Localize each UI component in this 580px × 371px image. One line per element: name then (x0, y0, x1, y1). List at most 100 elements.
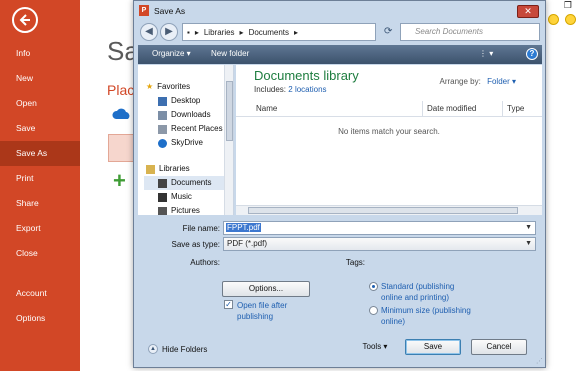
star-icon: ★ (146, 82, 154, 91)
chevron-up-icon: ▲ (148, 344, 158, 354)
dialog-title: Save As (154, 5, 186, 16)
address-bar[interactable]: ▪ ▸ Libraries ▸ Documents ▸ (182, 23, 376, 41)
nav-scroll-thumb[interactable] (226, 81, 233, 141)
nav-pictures[interactable]: Pictures (158, 204, 233, 215)
column-name[interactable]: Name (256, 104, 277, 113)
music-icon (158, 192, 167, 202)
hide-folders-label: Hide Folders (162, 344, 208, 354)
save-button[interactable]: Save (405, 339, 461, 355)
nav-label: Desktop (171, 96, 201, 105)
horizontal-scroll-thumb[interactable] (248, 207, 518, 214)
cancel-button[interactable]: Cancel (471, 339, 527, 355)
nav-new[interactable]: New (0, 66, 80, 91)
minimum-size-radio[interactable] (369, 306, 378, 315)
nav-documents[interactable]: Documents (144, 176, 230, 190)
authors-label: Authors: (190, 258, 220, 267)
pictures-icon (158, 206, 167, 215)
favorites-header[interactable]: ★ Favorites (146, 80, 232, 94)
column-type[interactable]: Type (507, 104, 524, 113)
arrange-dropdown[interactable]: Folder ▾ (487, 77, 516, 86)
chevron-down-icon[interactable]: ▼ (525, 238, 532, 250)
documents-icon (158, 178, 167, 188)
navigation-pane: ★ Favorites Desktop Downloads Recent Pla… (138, 65, 234, 215)
nav-label: Pictures (171, 206, 200, 215)
nav-label: Documents (171, 178, 212, 187)
open-after-checkbox[interactable]: ✓ (224, 300, 233, 309)
favorites-label: Favorites (157, 82, 191, 91)
horizontal-scrollbar[interactable] (236, 205, 542, 215)
libraries-label: Libraries (159, 164, 190, 173)
file-name-value[interactable]: FPPT.pdf (226, 223, 261, 232)
forward-icon[interactable]: ▶ (160, 23, 178, 41)
nav-info[interactable]: Info (0, 41, 80, 66)
save-type-value: PDF (*.pdf) (227, 239, 268, 248)
nav-label: Recent Places (171, 124, 223, 133)
computer-icon[interactable] (108, 134, 136, 162)
tools-button[interactable]: Tools ▾ (352, 339, 398, 355)
nav-scrollbar[interactable] (224, 65, 233, 215)
breadcrumb-sep-icon: ▸ (239, 27, 244, 37)
save-type-select[interactable]: PDF (*.pdf) ▼ (223, 237, 536, 251)
save-as-dialog: P Save As ✕ ◀ ▶ ▪ ▸ Libraries ▸ Document… (133, 0, 546, 368)
organize-button[interactable]: Organize ▾ (152, 49, 191, 58)
column-date-modified[interactable]: Date modified (427, 104, 476, 113)
column-header: Name Date modified Type (236, 101, 542, 117)
tags-label: Tags: (345, 258, 365, 267)
dialog-titlebar: P Save As (139, 5, 185, 16)
libraries-icon (146, 164, 155, 174)
nav-music[interactable]: Music (158, 190, 233, 204)
nav-account[interactable]: Account (0, 281, 80, 306)
new-folder-button[interactable]: New folder (211, 49, 249, 58)
back-arrow-icon[interactable] (12, 7, 38, 33)
file-name-field[interactable]: FPPT.pdf ▼ (223, 221, 536, 235)
open-after-label[interactable]: Open file after publishing (237, 300, 317, 322)
column-separator[interactable] (422, 101, 423, 117)
close-button[interactable]: ✕ (517, 5, 539, 18)
nav-desktop[interactable]: Desktop (158, 94, 233, 108)
downloads-icon (158, 110, 167, 120)
nav-recent-places[interactable]: Recent Places (158, 122, 233, 136)
minimum-size-label[interactable]: Minimum size (publishing online) (381, 305, 471, 327)
standard-radio[interactable] (369, 282, 378, 291)
includes-label: Includes: (254, 85, 287, 94)
breadcrumb-sep-icon: ▸ (294, 27, 299, 37)
nav-skydrive[interactable]: SkyDrive (158, 136, 233, 150)
back-icon[interactable]: ◀ (140, 23, 158, 41)
nav-close[interactable]: Close (0, 241, 80, 266)
nav-save-as[interactable]: Save As (0, 141, 80, 166)
nav-options[interactable]: Options (0, 306, 80, 331)
nav-downloads[interactable]: Downloads (158, 108, 233, 122)
nav-open[interactable]: Open (0, 91, 80, 116)
hide-folders-button[interactable]: ▲ Hide Folders (148, 344, 207, 354)
chevron-down-icon[interactable]: ▼ (525, 222, 532, 234)
desktop-icon (158, 96, 167, 106)
search-input[interactable]: Search Documents (400, 23, 540, 41)
library-includes: Includes: 2 locations (254, 85, 327, 94)
restore-icon[interactable]: ❐ (564, 0, 572, 11)
view-options-icon[interactable]: ⋮ ▾ (479, 49, 493, 58)
help-icon[interactable]: ? (526, 48, 538, 60)
column-separator[interactable] (502, 101, 503, 117)
command-toolbar: Organize ▾ New folder ⋮ ▾ ? (138, 45, 542, 64)
library-title: Documents library (254, 68, 359, 83)
window-controls: ❐ (564, 0, 572, 11)
address-row: ◀ ▶ ▪ ▸ Libraries ▸ Documents ▸ ⟳ Search… (138, 21, 542, 43)
refresh-icon[interactable]: ⟳ (384, 26, 392, 37)
nav-print[interactable]: Print (0, 166, 80, 191)
options-button[interactable]: Options... (222, 281, 310, 297)
skydrive-cloud-icon[interactable] (112, 108, 132, 122)
resize-grip-icon[interactable]: ⋰ (536, 357, 543, 365)
nav-export[interactable]: Export (0, 216, 80, 241)
nav-share[interactable]: Share (0, 191, 80, 216)
smile-feedback-icon[interactable] (548, 14, 559, 25)
breadcrumb-libraries[interactable]: Libraries (204, 28, 235, 37)
nav-label: Music (171, 192, 192, 201)
frown-feedback-icon[interactable] (565, 14, 576, 25)
standard-label[interactable]: Standard (publishing online and printing… (381, 281, 471, 303)
add-place-icon[interactable]: + (113, 170, 126, 192)
nav-label: Downloads (171, 110, 211, 119)
libraries-header[interactable]: Libraries (146, 162, 232, 176)
includes-link[interactable]: 2 locations (288, 85, 326, 94)
breadcrumb-documents[interactable]: Documents (249, 28, 289, 37)
nav-save[interactable]: Save (0, 116, 80, 141)
